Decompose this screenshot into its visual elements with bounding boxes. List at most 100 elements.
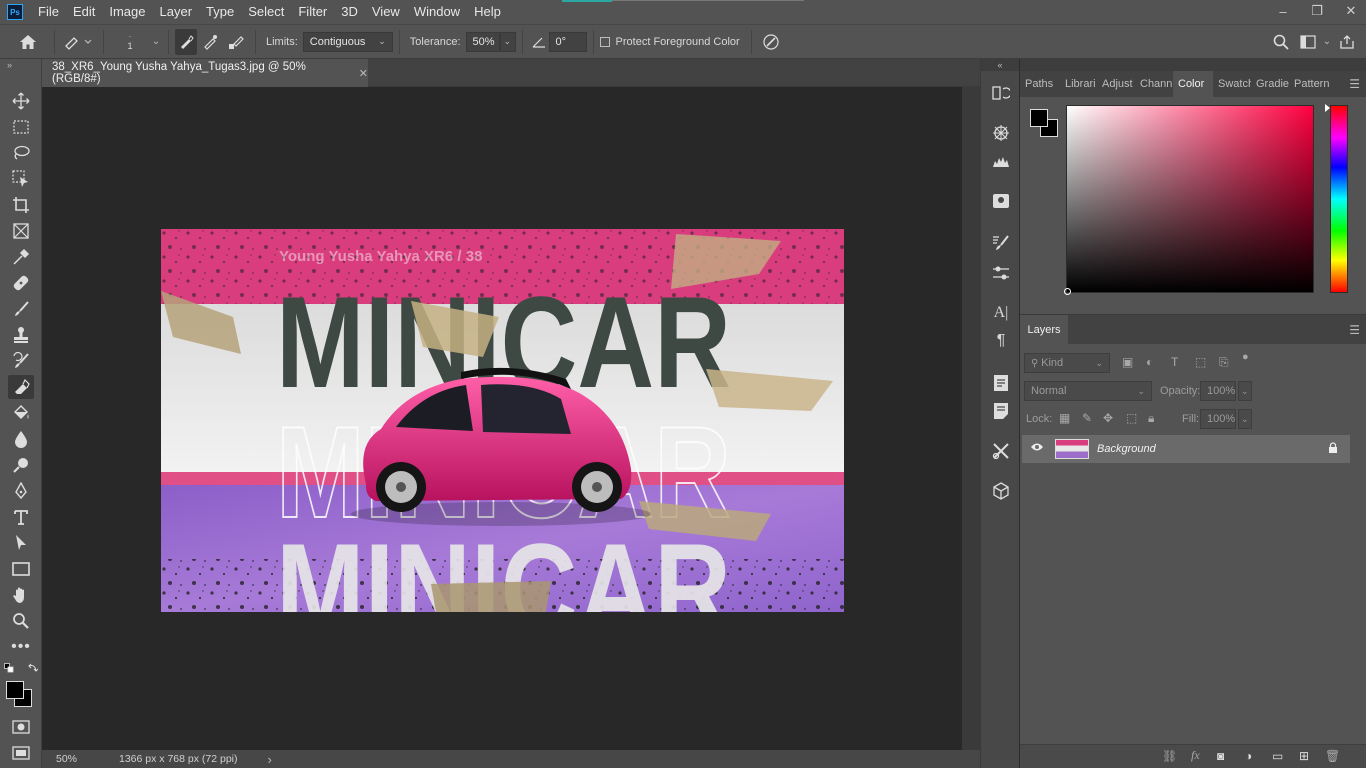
marquee-tool-icon[interactable] — [8, 115, 34, 139]
new-adjustment-layer-icon[interactable]: ◑ — [1245, 749, 1252, 763]
restore-button[interactable]: ❐ — [1302, 0, 1332, 22]
frame-tool-icon[interactable] — [8, 219, 34, 243]
zoom-level[interactable]: 50% — [42, 753, 102, 765]
more-tools-icon[interactable]: ••• — [8, 635, 34, 659]
document-canvas-image[interactable]: Young Yusha Yahya XR6 / 38 MINICAR MINIC… — [161, 229, 844, 612]
menu-select[interactable]: Select — [241, 0, 291, 24]
layers-panel-menu-icon[interactable]: ☰ — [1349, 323, 1360, 337]
paint-bucket-tool-icon[interactable] — [8, 401, 34, 425]
brush-size-picker[interactable]: · 1 — [110, 29, 150, 55]
collapse-arrows-icon[interactable]: « — [981, 59, 1019, 71]
path-selection-tool-icon[interactable] — [8, 531, 34, 555]
rectangle-tool-icon[interactable] — [8, 557, 34, 581]
collapse-arrows-icon[interactable]: » — [0, 59, 41, 71]
new-selection-eraser-icon[interactable] — [175, 28, 197, 55]
history-brush-tool-icon[interactable] — [8, 349, 34, 373]
brush-tool-icon[interactable] — [8, 297, 34, 321]
object-selection-tool-icon[interactable] — [8, 167, 34, 191]
lock-all-icon[interactable]: 🔒︎ — [1148, 411, 1154, 426]
blend-mode-select[interactable]: Normal ⌄ — [1024, 381, 1152, 401]
fx-icon[interactable]: fx — [1191, 748, 1200, 763]
hand-tool-icon[interactable] — [8, 583, 34, 607]
type-tool-icon[interactable] — [8, 505, 34, 529]
color-panel-foreground-swatch[interactable] — [1030, 109, 1048, 127]
share-icon[interactable] — [1334, 29, 1360, 55]
tool-preset-picker[interactable] — [61, 29, 97, 55]
background-eraser-tool-icon[interactable] — [8, 375, 34, 399]
filter-shape-layers-icon[interactable]: ⬚ — [1195, 355, 1206, 369]
paragraph-panel-icon[interactable]: ¶ — [989, 329, 1013, 353]
layer-name[interactable]: Background — [1097, 443, 1156, 455]
history-icon[interactable] — [989, 81, 1013, 105]
hue-slider[interactable] — [1325, 104, 1348, 293]
visibility-eye-icon[interactable] — [1030, 441, 1044, 455]
lock-transparent-pixels-icon[interactable]: ▦ — [1059, 411, 1070, 425]
filter-type-layers-icon[interactable]: T — [1171, 355, 1178, 369]
move-tool-icon[interactable] — [8, 89, 34, 113]
opacity-slider-toggle[interactable]: ⌄ — [1238, 381, 1252, 401]
layer-kind-filter[interactable]: ⚲ Kind ⌄ — [1024, 353, 1110, 373]
healing-brush-tool-icon[interactable] — [8, 271, 34, 295]
filter-pixel-layers-icon[interactable]: ▣ — [1122, 355, 1133, 369]
panel-menu-icon[interactable]: ☰ — [1349, 77, 1360, 91]
crop-tool-icon[interactable] — [8, 193, 34, 217]
new-group-icon[interactable]: ▭ — [1272, 749, 1283, 763]
info-panel-icon[interactable] — [989, 189, 1013, 213]
link-layers-icon[interactable]: ⛓︎ — [1162, 749, 1177, 763]
home-icon[interactable] — [8, 29, 48, 55]
angle-input[interactable]: 0° — [548, 31, 587, 52]
lasso-tool-icon[interactable] — [8, 141, 34, 165]
menu-view[interactable]: View — [365, 0, 407, 24]
character-panel-icon[interactable]: A| — [989, 301, 1013, 325]
protect-foreground-checkbox[interactable] — [599, 36, 610, 47]
chevron-down-icon[interactable]: ⌄ — [1320, 29, 1334, 55]
tab-gradients[interactable]: Gradie — [1251, 71, 1289, 97]
new-layer-icon[interactable]: ⊞ — [1299, 749, 1309, 763]
vertical-scrollbar[interactable] — [962, 87, 980, 750]
close-icon[interactable]: ✕ — [359, 67, 368, 80]
filter-smart-objects-icon[interactable]: ⎘ — [1219, 355, 1229, 370]
blur-tool-icon[interactable] — [8, 427, 34, 451]
tolerance-slider-toggle[interactable]: ⌄ — [499, 31, 516, 52]
notes-icon[interactable] — [989, 399, 1013, 423]
background-swatch-sampling-icon[interactable] — [223, 29, 249, 55]
tab-adjustments[interactable]: Adjust — [1097, 71, 1135, 97]
background-eraser-sample-once-icon[interactable] — [197, 29, 223, 55]
menu-3d[interactable]: 3D — [334, 0, 365, 24]
document-info[interactable]: 1366 px x 768 px (72 ppi) — [119, 753, 238, 765]
adjustment-sliders-icon[interactable] — [989, 261, 1013, 285]
fill-slider-toggle[interactable]: ⌄ — [1238, 409, 1252, 429]
pressure-size-icon[interactable] — [758, 29, 784, 55]
prevent-autonest-icon[interactable]: ⬚ — [1126, 411, 1137, 425]
lock-position-icon[interactable]: ✥ — [1103, 411, 1113, 425]
workspace-icon[interactable] — [1296, 29, 1320, 55]
document-tab[interactable]: 38_XR6_Young Yusha Yahya_Tugas3.jpg @ 50… — [42, 59, 368, 87]
dodge-tool-icon[interactable] — [8, 453, 34, 477]
3d-panel-icon[interactable] — [989, 479, 1013, 503]
quick-mask-icon[interactable] — [8, 715, 34, 739]
filter-adjustment-layers-icon[interactable]: ◐ — [1146, 355, 1153, 369]
navigator-icon[interactable] — [989, 121, 1013, 145]
tool-presets-icon[interactable] — [989, 439, 1013, 463]
limits-select[interactable]: Contiguous ⌄ — [302, 31, 393, 52]
menu-image[interactable]: Image — [102, 0, 152, 24]
screen-mode-icon[interactable] — [8, 741, 34, 765]
histogram-icon[interactable] — [989, 149, 1013, 173]
opacity-input[interactable]: 100% — [1200, 381, 1236, 401]
swap-colors-icon[interactable] — [28, 663, 38, 673]
tab-color[interactable]: Color — [1173, 71, 1213, 97]
menu-edit[interactable]: Edit — [66, 0, 102, 24]
eyedropper-tool-icon[interactable] — [8, 245, 34, 269]
delete-layer-icon[interactable]: 🗑︎ — [1325, 749, 1340, 763]
brush-settings-icon[interactable] — [989, 231, 1013, 255]
close-button[interactable]: ✕ — [1336, 0, 1366, 22]
fill-input[interactable]: 100% — [1200, 409, 1236, 429]
lock-icon[interactable] — [1328, 442, 1338, 457]
zoom-tool-icon[interactable] — [8, 609, 34, 633]
status-menu-arrow-icon[interactable]: › — [268, 752, 272, 767]
menu-file[interactable]: File — [31, 0, 66, 24]
color-field-picker[interactable] — [1064, 105, 1314, 295]
menu-help[interactable]: Help — [467, 0, 508, 24]
tab-paths[interactable]: Paths — [1020, 71, 1060, 97]
tab-libraries[interactable]: Librari — [1060, 71, 1097, 97]
